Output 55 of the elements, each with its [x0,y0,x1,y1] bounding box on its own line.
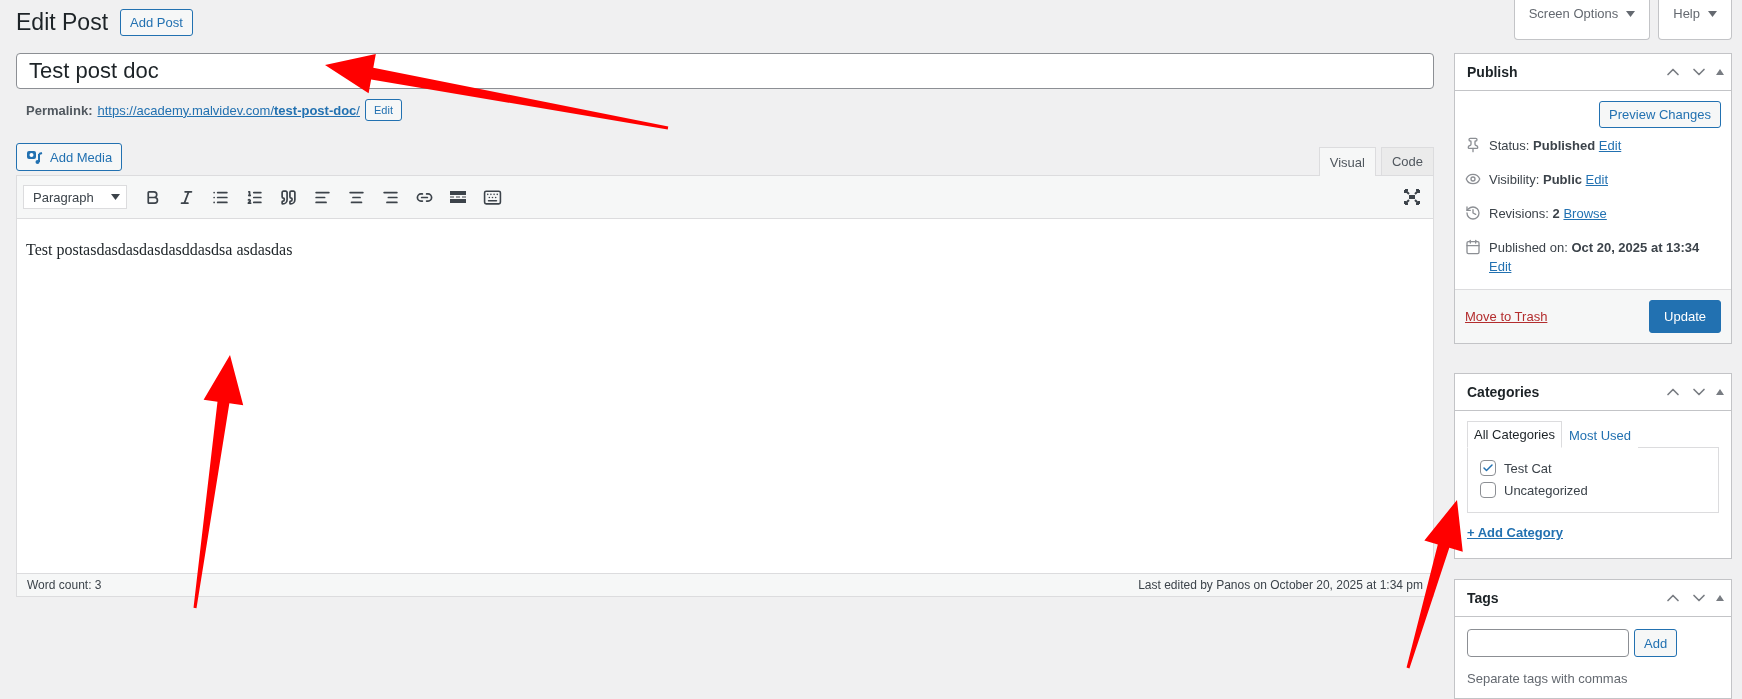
collapse-icon[interactable] [1715,68,1725,76]
edit-permalink-button[interactable]: Edit [365,99,402,121]
add-category-link[interactable]: + Add Category [1467,525,1563,540]
history-icon [1465,205,1481,221]
category-label: Test Cat [1504,460,1552,476]
publish-detail-link[interactable]: Browse [1563,206,1607,221]
quote-icon[interactable] [279,188,297,206]
calendar-icon [1465,239,1481,255]
tags-hint: Separate tags with commas [1467,671,1629,686]
tag-field[interactable] [1467,629,1629,657]
add-post-button[interactable]: Add Post [120,8,193,36]
page-title: Edit Post [16,8,109,36]
category-checkbox[interactable] [1480,482,1496,498]
category-label: Uncategorized [1504,482,1588,498]
category-checkbox[interactable] [1480,460,1496,476]
add-tag-button[interactable]: Add [1634,629,1678,657]
permalink-label: Permalink: [26,102,93,118]
permalink-link[interactable]: https://academy.malvidev.com/test-post-doc/ [97,102,360,118]
publish-detail-link[interactable]: Edit [1489,259,1512,274]
fullscreen-icon[interactable] [1404,189,1420,205]
screen-meta-button[interactable]: Help [1658,0,1732,40]
publish-detail-link[interactable]: Edit [1585,172,1608,187]
editor-tab[interactable]: Visual [1318,147,1376,176]
keyboard-icon[interactable] [482,187,502,207]
box-title: Categories [1467,384,1540,400]
title-field[interactable]: Test post doc [16,53,1434,89]
caret-icon [1708,10,1717,17]
collapse-icon[interactable] [1715,594,1725,602]
category-tab[interactable]: All Categories [1467,421,1562,448]
publish-detail: Published on: Oct 20, 2025 at 13:34 Edit [1489,239,1701,276]
word-count: Word count: 3 [27,578,102,592]
eye-icon [1465,171,1481,187]
box-title: Tags [1467,590,1499,606]
editor-tab[interactable]: Code [1380,147,1434,175]
add-media-button[interactable]: Add Media [16,143,123,171]
collapse-icon[interactable] [1715,388,1725,396]
checkmark-icon [1482,462,1494,474]
media-icon [26,149,44,165]
box-title: Publish [1467,64,1518,80]
post-content[interactable]: Test postasdasdasdasdasddasdsa asdasdas [17,219,1433,573]
preview-changes-button[interactable]: Preview Changes [1599,101,1721,128]
move-to-trash-link[interactable]: Move to Trash [1465,309,1548,324]
publish-detail: Revisions: 2 Browse [1489,205,1607,223]
numbered-list-icon[interactable] [245,188,263,206]
pin-icon [1465,137,1481,153]
publish-detail: Visibility: Public Edit [1489,171,1608,189]
publish-detail: Status: Published Edit [1489,137,1622,155]
screen-meta-button[interactable]: Screen Options [1513,0,1651,40]
caret-icon [1626,10,1636,17]
caret-icon [111,194,120,200]
update-button[interactable]: Update [1649,300,1721,333]
read-more-icon[interactable] [449,190,467,204]
last-edited-text: Last edited by Panos on October 20, 2025 at 1:34 pm [1138,578,1423,592]
format-dropdown[interactable]: Paragraph [23,185,127,209]
publish-detail-link[interactable]: Edit [1598,138,1622,153]
